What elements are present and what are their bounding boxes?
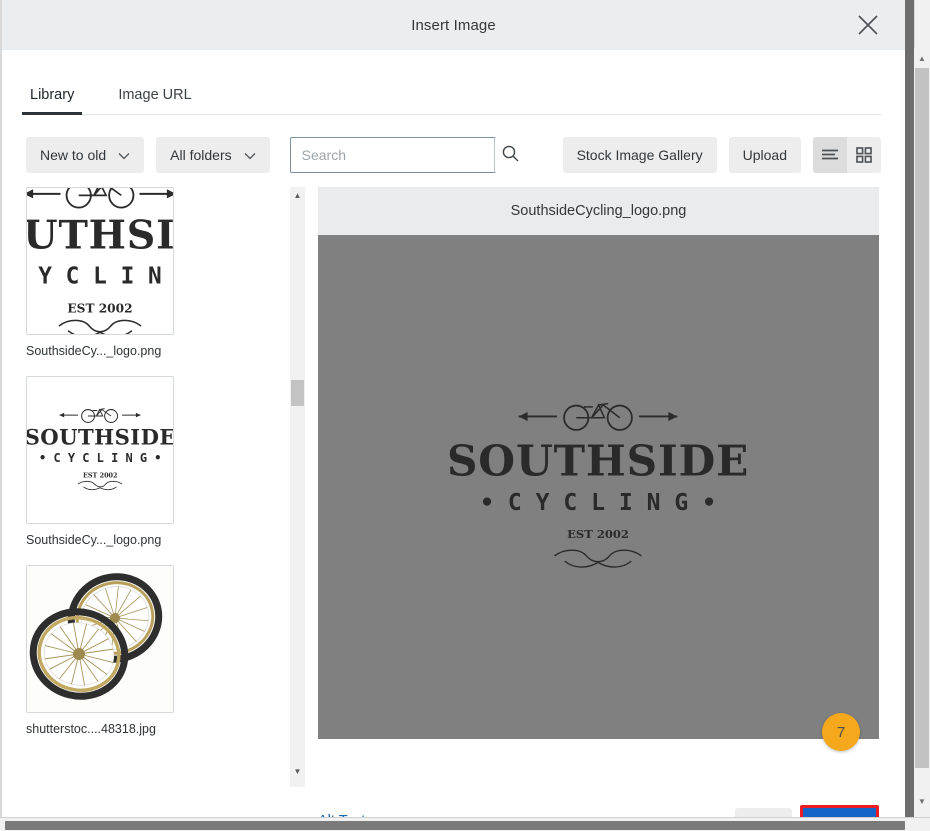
dialog-footer: Alt Text Cancel Edit Insert	[2, 787, 905, 817]
page-title: Insert Image	[411, 16, 496, 34]
scrollbar-thumb[interactable]	[915, 68, 929, 768]
thumbnail-scrollbar[interactable]: ▲ ▼	[290, 187, 305, 787]
sort-dropdown[interactable]: New to old	[26, 137, 145, 173]
list-item-label: SouthsideCy..._logo.png	[26, 344, 162, 358]
insert-button-highlight: Insert	[799, 805, 879, 817]
logo-wordmark: SOUTHSIDE	[447, 435, 750, 486]
dialog-tabs: Library Image URL	[21, 50, 881, 115]
list-item-label: SouthsideCy..._logo.png	[26, 533, 162, 547]
list-item[interactable]: SOUTHSIDE • C Y C L I N G • EST 2002	[26, 376, 284, 547]
view-toggle-group	[813, 137, 881, 173]
page-edge-shadow	[905, 0, 914, 817]
library-thumbnail-list: SOUTHSIDE • C Y C L I N G • EST 2002	[26, 187, 284, 787]
page-horizontal-scrollbar[interactable]	[0, 817, 930, 831]
toolbar-right-group: Stock Image Gallery Upload	[562, 137, 881, 173]
scroll-up-icon[interactable]: ▲	[290, 189, 305, 203]
stock-image-gallery-button[interactable]: Stock Image Gallery	[562, 137, 717, 173]
scroll-down-icon[interactable]: ▼	[290, 765, 305, 779]
close-icon[interactable]	[853, 10, 883, 40]
page-vertical-scrollbar[interactable]: ▲ ▼	[914, 0, 930, 817]
preview-canvas[interactable]: SOUTHSIDE • C Y C L I N G • EST 2002	[318, 235, 879, 739]
preview-logo-artwork: SOUTHSIDE • C Y C L I N G • EST 2002	[447, 398, 749, 576]
step-badge: 7	[822, 713, 860, 751]
insert-image-dialog: Insert Image Library Image URL New to ol…	[2, 0, 905, 817]
list-item[interactable]: SOUTHSIDE • C Y C L I N G • EST 2002	[26, 187, 284, 358]
list-view-icon[interactable]	[813, 137, 847, 173]
library-toolbar: New to old All folders Search Stock Imag…	[26, 137, 881, 173]
edit-button[interactable]: Edit	[734, 808, 792, 817]
folder-dropdown[interactable]: All folders	[156, 137, 270, 173]
folder-dropdown-label: All folders	[170, 147, 232, 163]
tab-image-url[interactable]: Image URL	[114, 87, 195, 114]
chevron-down-icon	[244, 147, 256, 163]
search-input[interactable]	[290, 138, 494, 172]
search-button[interactable]	[493, 138, 526, 172]
logo-est: EST 2002	[567, 528, 630, 542]
search-icon	[501, 144, 520, 166]
scroll-up-icon[interactable]: ▲	[915, 50, 929, 68]
thumbnail-image[interactable]	[26, 565, 174, 713]
list-item-label: shutterstoc....48318.jpg	[26, 722, 156, 736]
sort-dropdown-label: New to old	[40, 147, 107, 163]
dialog-header: Insert Image	[2, 0, 905, 50]
logo-subtitle: • C Y C L I N G •	[480, 488, 717, 516]
screenshot-root: Insert Image Library Image URL New to ol…	[0, 0, 930, 831]
tab-library[interactable]: Library	[21, 87, 83, 115]
upload-button[interactable]: Upload	[728, 137, 801, 173]
chevron-down-icon	[118, 147, 130, 163]
thumbnail-image[interactable]: SOUTHSIDE • C Y C L I N G • EST 2002	[26, 187, 174, 335]
grid-view-icon[interactable]	[847, 137, 881, 173]
image-preview-panel: SouthsideCycling_logo.png SOUTHSIDE • C …	[318, 187, 879, 787]
dialog-body: SOUTHSIDE • C Y C L I N G • EST 2002	[2, 187, 905, 787]
insert-button[interactable]: Insert	[802, 808, 876, 817]
scrollbar-thumb[interactable]	[291, 380, 304, 406]
scrollbar-thumb[interactable]	[5, 821, 905, 830]
scroll-down-icon[interactable]: ▼	[915, 793, 929, 811]
search-box	[289, 137, 526, 173]
list-item[interactable]: shutterstoc....48318.jpg	[26, 565, 284, 736]
thumbnail-image[interactable]: SOUTHSIDE • C Y C L I N G • EST 2002	[26, 376, 174, 524]
footer-actions: Cancel Edit Insert	[663, 805, 879, 817]
preview-filename: SouthsideCycling_logo.png	[318, 187, 879, 235]
